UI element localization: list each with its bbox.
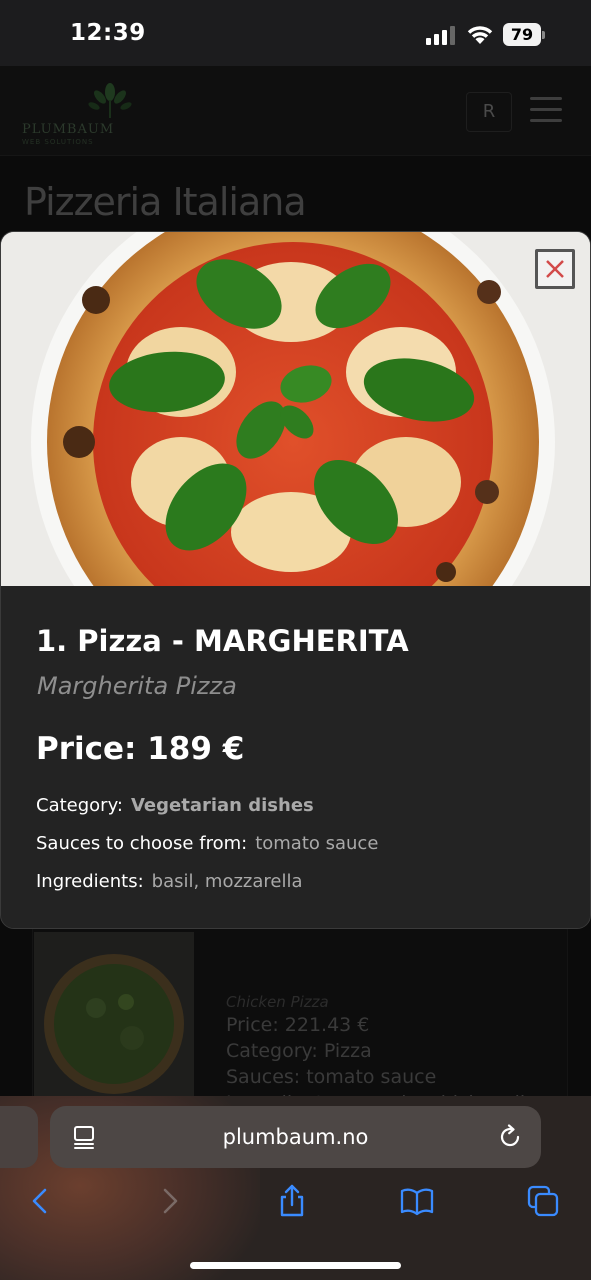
site-logo[interactable]: PLUMBAUM WEB SOLUTIONS <box>22 80 132 146</box>
product-title: 1. Pizza - MARGHERITA <box>36 624 409 658</box>
battery-level: 79 <box>503 23 541 46</box>
forward-icon[interactable] <box>152 1184 186 1218</box>
page-title: Pizzeria Italiana <box>24 180 307 224</box>
site-header: PLUMBAUM WEB SOLUTIONS R <box>0 66 591 156</box>
sauces-row: Sauces to choose from: tomato sauce <box>36 833 378 854</box>
share-icon[interactable] <box>275 1184 309 1218</box>
category-row: Category: Vegetarian dishes <box>36 795 314 816</box>
menu-item-thumbnail <box>34 932 194 1116</box>
wifi-icon <box>467 26 493 44</box>
leaf-logo-icon <box>88 83 132 118</box>
category-value: Vegetarian dishes <box>130 795 314 816</box>
ingredients-label: Ingredients: <box>36 871 144 892</box>
bookmarks-icon[interactable] <box>400 1184 434 1218</box>
logo-text: PLUMBAUM <box>22 122 115 137</box>
ingredients-row: Ingredients: basil, mozzarella <box>36 871 303 892</box>
reload-icon[interactable] <box>496 1123 524 1151</box>
menu-item-category: Category: Pizza <box>226 1040 372 1062</box>
url-text: plumbaum.no <box>222 1125 369 1149</box>
menu-item-price: Price: 221.43 € <box>226 1014 370 1036</box>
product-details: 1. Pizza - MARGHERITA Margherita Pizza P… <box>1 586 590 928</box>
menu-item-sauces: Sauces: tomato sauce <box>226 1066 437 1088</box>
tabs-icon[interactable] <box>526 1184 560 1218</box>
battery-icon: 79 <box>503 23 545 46</box>
language-button[interactable]: R <box>466 92 512 132</box>
previous-tab[interactable] <box>0 1106 38 1168</box>
status-time: 12:39 <box>70 20 146 46</box>
close-button[interactable] <box>535 249 575 289</box>
product-price: Price: 189 € <box>36 731 245 767</box>
address-bar[interactable]: plumbaum.no <box>50 1106 541 1168</box>
home-indicator[interactable] <box>190 1262 401 1269</box>
browser-toolbar: plumbaum.no <box>0 1096 591 1280</box>
cellular-signal-icon <box>426 26 455 45</box>
hamburger-menu-icon[interactable] <box>528 94 564 126</box>
ingredients-value: basil, mozzarella <box>151 871 303 892</box>
logo-subtext: WEB SOLUTIONS <box>22 138 94 146</box>
product-subtitle: Margherita Pizza <box>37 672 237 700</box>
product-modal: 1. Pizza - MARGHERITA Margherita Pizza P… <box>0 231 591 929</box>
sauces-label: Sauces to choose from: <box>36 833 248 854</box>
back-icon[interactable] <box>24 1184 58 1218</box>
pizza-image <box>1 232 590 586</box>
menu-item-subtitle: Chicken Pizza <box>226 993 329 1011</box>
sauces-value: tomato sauce <box>255 833 379 854</box>
close-icon <box>546 260 564 278</box>
status-bar: 12:39 79 <box>0 0 591 66</box>
category-label: Category: <box>36 795 123 816</box>
